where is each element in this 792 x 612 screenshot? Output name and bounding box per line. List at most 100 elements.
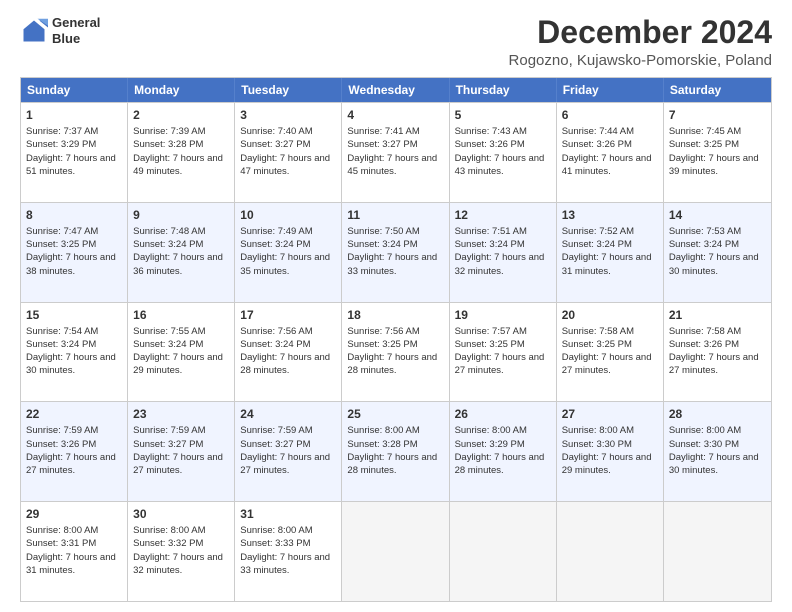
title-block: December 2024 Rogozno, Kujawsko-Pomorski…	[509, 15, 772, 69]
calendar-cell-empty	[342, 502, 449, 601]
calendar-cell: 30Sunrise: 8:00 AMSunset: 3:32 PMDayligh…	[128, 502, 235, 601]
day-number: 4	[347, 107, 443, 124]
calendar: SundayMondayTuesdayWednesdayThursdayFrid…	[20, 77, 772, 602]
day-number: 29	[26, 506, 122, 523]
sunrise: Sunrise: 7:39 AM	[133, 126, 205, 137]
daylight: Daylight: 7 hours and 27 minutes.	[669, 352, 759, 376]
sunset: Sunset: 3:30 PM	[669, 439, 739, 450]
calendar-cell-empty	[450, 502, 557, 601]
day-number: 21	[669, 307, 766, 324]
calendar-cell: 24Sunrise: 7:59 AMSunset: 3:27 PMDayligh…	[235, 402, 342, 501]
day-number: 11	[347, 207, 443, 224]
calendar-cell: 2Sunrise: 7:39 AMSunset: 3:28 PMDaylight…	[128, 103, 235, 202]
sunset: Sunset: 3:29 PM	[455, 439, 525, 450]
daylight: Daylight: 7 hours and 51 minutes.	[26, 153, 116, 177]
daylight: Daylight: 7 hours and 29 minutes.	[133, 352, 223, 376]
calendar-cell: 26Sunrise: 8:00 AMSunset: 3:29 PMDayligh…	[450, 402, 557, 501]
calendar-cell: 8Sunrise: 7:47 AMSunset: 3:25 PMDaylight…	[21, 203, 128, 302]
sunset: Sunset: 3:24 PM	[669, 239, 739, 250]
daylight: Daylight: 7 hours and 28 minutes.	[347, 452, 437, 476]
calendar-cell: 22Sunrise: 7:59 AMSunset: 3:26 PMDayligh…	[21, 402, 128, 501]
daylight: Daylight: 7 hours and 27 minutes.	[455, 352, 545, 376]
sunrise: Sunrise: 7:59 AM	[26, 425, 98, 436]
daylight: Daylight: 7 hours and 45 minutes.	[347, 153, 437, 177]
daylight: Daylight: 7 hours and 43 minutes.	[455, 153, 545, 177]
day-number: 20	[562, 307, 658, 324]
daylight: Daylight: 7 hours and 30 minutes.	[669, 252, 759, 276]
sunrise: Sunrise: 7:58 AM	[562, 326, 634, 337]
sunset: Sunset: 3:31 PM	[26, 538, 96, 549]
sunset: Sunset: 3:25 PM	[347, 339, 417, 350]
calendar-cell: 20Sunrise: 7:58 AMSunset: 3:25 PMDayligh…	[557, 303, 664, 402]
sunrise: Sunrise: 7:52 AM	[562, 226, 634, 237]
daylight: Daylight: 7 hours and 33 minutes.	[240, 552, 330, 576]
calendar-cell: 21Sunrise: 7:58 AMSunset: 3:26 PMDayligh…	[664, 303, 771, 402]
sunset: Sunset: 3:25 PM	[562, 339, 632, 350]
calendar-cell: 6Sunrise: 7:44 AMSunset: 3:26 PMDaylight…	[557, 103, 664, 202]
sunrise: Sunrise: 7:55 AM	[133, 326, 205, 337]
calendar-header-cell: Wednesday	[342, 78, 449, 102]
sunset: Sunset: 3:29 PM	[26, 139, 96, 150]
calendar-cell: 25Sunrise: 8:00 AMSunset: 3:28 PMDayligh…	[342, 402, 449, 501]
daylight: Daylight: 7 hours and 28 minutes.	[240, 352, 330, 376]
daylight: Daylight: 7 hours and 41 minutes.	[562, 153, 652, 177]
sunset: Sunset: 3:32 PM	[133, 538, 203, 549]
header: General Blue December 2024 Rogozno, Kuja…	[20, 15, 772, 69]
page: General Blue December 2024 Rogozno, Kuja…	[0, 0, 792, 612]
daylight: Daylight: 7 hours and 31 minutes.	[562, 252, 652, 276]
calendar-row: 29Sunrise: 8:00 AMSunset: 3:31 PMDayligh…	[21, 501, 771, 601]
sunset: Sunset: 3:24 PM	[455, 239, 525, 250]
calendar-cell: 9Sunrise: 7:48 AMSunset: 3:24 PMDaylight…	[128, 203, 235, 302]
daylight: Daylight: 7 hours and 27 minutes.	[133, 452, 223, 476]
sunrise: Sunrise: 7:56 AM	[240, 326, 312, 337]
calendar-row: 8Sunrise: 7:47 AMSunset: 3:25 PMDaylight…	[21, 202, 771, 302]
calendar-cell: 5Sunrise: 7:43 AMSunset: 3:26 PMDaylight…	[450, 103, 557, 202]
sunrise: Sunrise: 7:48 AM	[133, 226, 205, 237]
sunrise: Sunrise: 7:56 AM	[347, 326, 419, 337]
sunset: Sunset: 3:28 PM	[347, 439, 417, 450]
sunset: Sunset: 3:27 PM	[347, 139, 417, 150]
logo: General Blue	[20, 15, 100, 46]
daylight: Daylight: 7 hours and 27 minutes.	[26, 452, 116, 476]
calendar-cell-empty	[557, 502, 664, 601]
calendar-cell: 19Sunrise: 7:57 AMSunset: 3:25 PMDayligh…	[450, 303, 557, 402]
calendar-body: 1Sunrise: 7:37 AMSunset: 3:29 PMDaylight…	[21, 102, 771, 601]
calendar-cell: 13Sunrise: 7:52 AMSunset: 3:24 PMDayligh…	[557, 203, 664, 302]
sunrise: Sunrise: 7:47 AM	[26, 226, 98, 237]
sunset: Sunset: 3:24 PM	[347, 239, 417, 250]
day-number: 31	[240, 506, 336, 523]
day-number: 23	[133, 406, 229, 423]
daylight: Daylight: 7 hours and 33 minutes.	[347, 252, 437, 276]
daylight: Daylight: 7 hours and 28 minutes.	[347, 352, 437, 376]
day-number: 18	[347, 307, 443, 324]
sunrise: Sunrise: 7:51 AM	[455, 226, 527, 237]
sunrise: Sunrise: 8:00 AM	[562, 425, 634, 436]
day-number: 28	[669, 406, 766, 423]
daylight: Daylight: 7 hours and 32 minutes.	[133, 552, 223, 576]
calendar-header-cell: Sunday	[21, 78, 128, 102]
sunrise: Sunrise: 7:50 AM	[347, 226, 419, 237]
daylight: Daylight: 7 hours and 30 minutes.	[26, 352, 116, 376]
calendar-cell: 17Sunrise: 7:56 AMSunset: 3:24 PMDayligh…	[235, 303, 342, 402]
sunset: Sunset: 3:25 PM	[669, 139, 739, 150]
sunrise: Sunrise: 8:00 AM	[347, 425, 419, 436]
daylight: Daylight: 7 hours and 31 minutes.	[26, 552, 116, 576]
sunset: Sunset: 3:26 PM	[26, 439, 96, 450]
daylight: Daylight: 7 hours and 35 minutes.	[240, 252, 330, 276]
calendar-header-cell: Monday	[128, 78, 235, 102]
sunrise: Sunrise: 7:45 AM	[669, 126, 741, 137]
sunset: Sunset: 3:25 PM	[455, 339, 525, 350]
sunset: Sunset: 3:26 PM	[562, 139, 632, 150]
sunset: Sunset: 3:27 PM	[240, 139, 310, 150]
main-title: December 2024	[509, 15, 772, 50]
calendar-cell: 27Sunrise: 8:00 AMSunset: 3:30 PMDayligh…	[557, 402, 664, 501]
daylight: Daylight: 7 hours and 29 minutes.	[562, 452, 652, 476]
sunrise: Sunrise: 7:37 AM	[26, 126, 98, 137]
calendar-cell: 10Sunrise: 7:49 AMSunset: 3:24 PMDayligh…	[235, 203, 342, 302]
calendar-header-row: SundayMondayTuesdayWednesdayThursdayFrid…	[21, 78, 771, 102]
calendar-cell: 4Sunrise: 7:41 AMSunset: 3:27 PMDaylight…	[342, 103, 449, 202]
calendar-cell: 1Sunrise: 7:37 AMSunset: 3:29 PMDaylight…	[21, 103, 128, 202]
day-number: 24	[240, 406, 336, 423]
sunset: Sunset: 3:24 PM	[26, 339, 96, 350]
calendar-row: 15Sunrise: 7:54 AMSunset: 3:24 PMDayligh…	[21, 302, 771, 402]
